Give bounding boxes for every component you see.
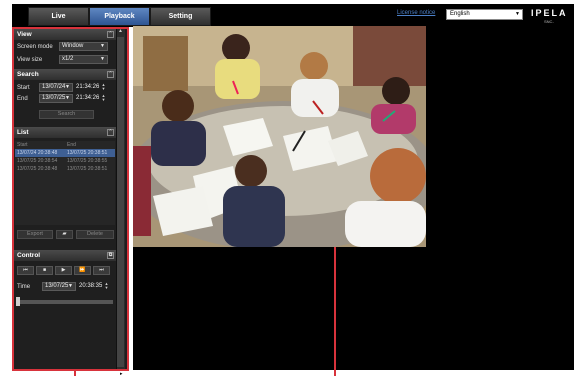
table-row[interactable]: 13/07/24 20:38:48 13/07/25 20:38:51: [15, 149, 115, 157]
collapse-icon[interactable]: ⌃: [107, 129, 114, 136]
playback-slider-handle[interactable]: [16, 297, 20, 306]
play-icon[interactable]: ▶: [55, 266, 72, 275]
start-date-value: 13/07/24: [42, 84, 66, 90]
row-start: 13/07/24 20:38:48: [17, 150, 58, 156]
view-size-value: x1/2: [62, 56, 74, 62]
search-section-title: Search: [17, 71, 39, 78]
screen-mode-select[interactable]: Window ▼: [59, 42, 108, 51]
end-date-select[interactable]: 13/07/25 ▼: [39, 94, 73, 103]
chevron-down-icon: ▼: [515, 11, 520, 17]
skip-next-icon[interactable]: ⏭: [93, 266, 110, 275]
time-spinner-icon[interactable]: ▲ ▼: [104, 282, 109, 291]
time-field[interactable]: 20:38:35: [79, 282, 102, 291]
scroll-up-icon[interactable]: ▲: [117, 28, 124, 35]
tab-setting[interactable]: Setting: [150, 7, 211, 26]
view-size-select[interactable]: x1/2 ▼: [59, 55, 108, 64]
row-start: 13/07/25 20:38:54: [17, 158, 58, 164]
stop-icon[interactable]: ■: [36, 266, 53, 275]
popout-icon[interactable]: ⧉: [107, 252, 114, 259]
table-row[interactable]: 13/07/25 20:38:48 13/07/25 20:38:51: [15, 165, 115, 173]
scrollbar-thumb[interactable]: [117, 37, 124, 367]
delete-button[interactable]: Delete: [76, 230, 114, 239]
row-end: 13/07/25 20:38:51: [67, 150, 108, 156]
tab-live[interactable]: Live: [28, 7, 89, 26]
start-time-spinner-icon[interactable]: ▲ ▼: [101, 83, 106, 92]
tab-playback[interactable]: Playback: [89, 7, 150, 26]
column-start: Start: [17, 142, 28, 148]
chevron-down-icon: ▼: [68, 283, 73, 289]
top-bar: Live Playback Setting License notice Eng…: [12, 4, 574, 27]
collapse-icon[interactable]: ⌃: [107, 71, 114, 78]
end-time-field[interactable]: 21:34:26: [76, 94, 99, 103]
export-button[interactable]: Export: [17, 230, 53, 239]
time-date-select[interactable]: 13/07/25 ▼: [42, 282, 76, 291]
video-right-area: [426, 26, 574, 247]
column-end: End: [67, 142, 76, 148]
classroom-scene-image: [133, 26, 426, 247]
chevron-down-icon: ▼: [65, 84, 70, 90]
callout-line: [334, 247, 336, 376]
view-section-title: View: [17, 31, 32, 38]
start-time-field[interactable]: 21:34:26: [76, 83, 99, 92]
view-section-header[interactable]: View ⌃: [14, 29, 116, 40]
list-section-title: List: [17, 129, 29, 136]
language-select[interactable]: English ▼: [446, 9, 523, 20]
chevron-down-icon: ▼: [100, 43, 105, 49]
chevron-down-icon: ▼: [100, 56, 105, 62]
ipela-logo: IPELA: [531, 8, 568, 18]
row-end: 13/07/25 20:38:51: [67, 166, 108, 172]
callout-tick: [74, 370, 76, 376]
playback-slider[interactable]: [17, 300, 113, 304]
row-start: 13/07/25 20:38:48: [17, 166, 58, 172]
view-size-label: View size: [17, 57, 43, 63]
chevron-down-icon: ▼: [65, 95, 70, 101]
license-notice-link[interactable]: License notice: [397, 10, 435, 16]
table-header: Start End: [15, 141, 115, 149]
row-end: 13/07/25 20:38:55: [67, 158, 108, 164]
time-label: Time: [17, 284, 31, 290]
control-section-header[interactable]: Control ⧉: [14, 250, 116, 261]
skip-previous-icon[interactable]: ⏮: [17, 266, 34, 275]
fast-forward-icon[interactable]: ⏩: [74, 266, 91, 275]
language-value: English: [450, 11, 470, 17]
end-date-value: 13/07/25: [42, 95, 66, 101]
video-lower-area: [133, 247, 574, 370]
screen-mode-value: Window: [62, 43, 84, 49]
table-row[interactable]: 13/07/25 20:38:54 13/07/25 20:38:55: [15, 157, 115, 165]
start-label: Start: [17, 85, 30, 91]
search-button[interactable]: Search: [39, 110, 94, 119]
end-time-spinner-icon[interactable]: ▲ ▼: [101, 94, 106, 103]
time-date-value: 13/07/25: [45, 283, 69, 289]
search-section-header[interactable]: Search ⌃: [14, 69, 116, 80]
list-section-header[interactable]: List ⌃: [14, 127, 116, 138]
collapse-icon[interactable]: ⌃: [107, 31, 114, 38]
model-name: SNC-: [544, 19, 554, 24]
video-image: [133, 26, 426, 247]
control-section-title: Control: [17, 252, 41, 259]
end-label: End: [17, 96, 28, 102]
start-date-select[interactable]: 13/07/24 ▼: [39, 83, 73, 92]
scroll-down-icon[interactable]: ▸: [120, 371, 123, 376]
recording-table: Start End 13/07/24 20:38:48 13/07/25 20:…: [15, 141, 115, 173]
screen-mode-label: Screen mode: [17, 44, 53, 50]
folder-icon[interactable]: ▰: [56, 230, 73, 239]
